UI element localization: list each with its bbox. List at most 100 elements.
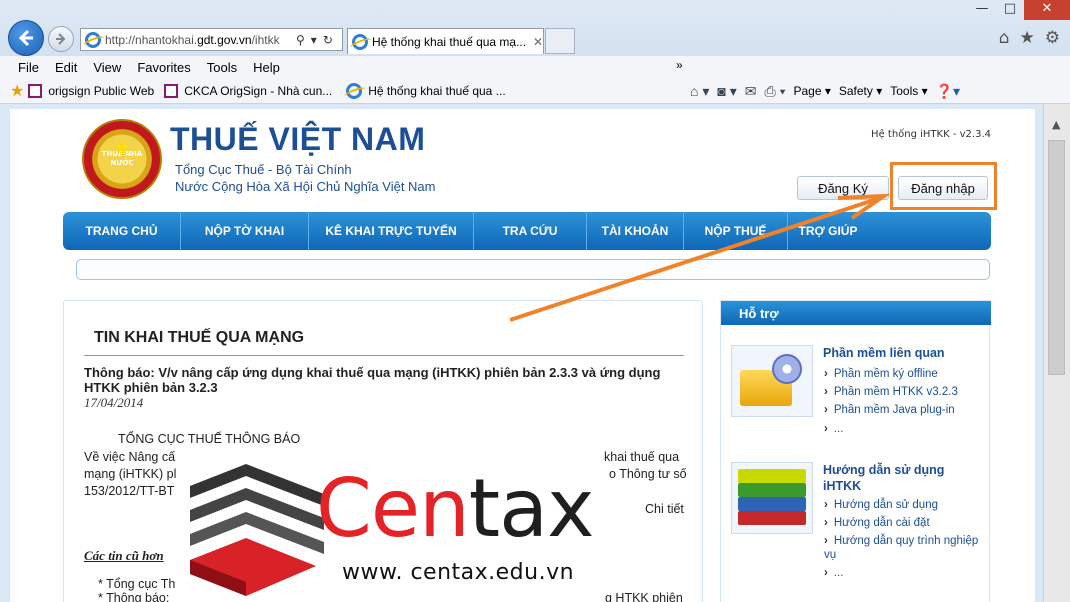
link-htkk[interactable]: Phần mềm HTKK v3.2.3 <box>824 385 958 399</box>
print-icon[interactable]: ⎙ ▾ <box>764 83 785 100</box>
help-icon[interactable]: ❓▾ <box>936 83 960 100</box>
version-label: Hệ thống iHTKK - v2.3.4 <box>871 129 991 140</box>
centax-logo: Centax www. centax.edu.vn <box>176 454 600 602</box>
nav-tra-cuu[interactable]: TRA CỨU <box>474 212 587 250</box>
back-button[interactable] <box>8 20 44 56</box>
menu-edit[interactable]: Edit <box>55 60 77 75</box>
tab-title: Hệ thống khai thuế qua mạ... <box>372 34 527 49</box>
address-bar[interactable]: http://nhantokhai.gdt.gov.vn/ihtkk ⚲ ▾ ↻ <box>80 28 343 51</box>
rss-icon[interactable]: ◙ ▾ <box>717 83 736 100</box>
support-title: Hỗ trợ <box>721 301 991 325</box>
bookmark-icon <box>164 83 179 98</box>
menu-help[interactable]: Help <box>253 60 280 75</box>
menu-file[interactable]: File <box>18 60 39 75</box>
news-title: TIN KHAI THUẾ QUA MẠNG <box>94 329 305 346</box>
close-tab-icon[interactable]: ✕ <box>533 35 543 49</box>
minimize-button[interactable]: — <box>968 0 996 20</box>
favorite-ckca[interactable]: CKCA OrigSign - Nhà cun... <box>164 83 332 98</box>
scroll-up-icon[interactable]: ▲ <box>1052 118 1060 131</box>
brand-title: THUẾ VIỆT NAM <box>170 121 426 158</box>
forward-button[interactable] <box>48 26 74 52</box>
bookmark-icon <box>28 83 43 98</box>
close-window-button[interactable]: ✕ <box>1024 0 1070 20</box>
new-tab-button[interactable] <box>545 28 575 54</box>
chevron-down-icon[interactable]: ▾ <box>311 33 317 47</box>
old-news-item[interactable]: * Thông báo: <box>98 591 169 602</box>
brand-line-1: Tổng Cục Thuế - Bộ Tài Chính <box>175 162 352 177</box>
refresh-icon[interactable]: ↻ <box>323 33 333 47</box>
more-chevron-icon[interactable]: » <box>676 58 683 72</box>
menu-view[interactable]: View <box>93 60 121 75</box>
page-viewport: ★ THUẾ NHÀ NƯỚC THUẾ VIỆT NAM Tổng Cục T… <box>0 104 1043 602</box>
link-more-software[interactable]: ... <box>824 422 844 436</box>
notice-line-3-left: 153/2012/TT-BT <box>84 484 175 498</box>
notice-heading: TỔNG CỤC THUẾ THÔNG BÁO <box>118 432 301 446</box>
link-huong-dan-su-dung[interactable]: Hướng dẫn sử dụng <box>824 498 938 512</box>
notice-line-1-left: Về việc Nâng cấ <box>84 450 176 464</box>
favorite-origsign[interactable]: origsign Public Web <box>28 83 154 98</box>
nav-ke-khai-truc-tuyen[interactable]: KÊ KHAI TRỰC TUYẾN <box>309 212 474 250</box>
notice-line-1-right: khai thuế qua <box>604 450 680 464</box>
books-icon <box>731 462 813 534</box>
browser-right-icons: ⌂ ★ ⚙ <box>999 28 1060 48</box>
software-section-title[interactable]: Phần mềm liên quan <box>823 345 945 361</box>
home-icon[interactable]: ⌂ ▾ <box>690 83 709 100</box>
link-huong-dan-cai-dat[interactable]: Hướng dẫn cài đặt <box>824 516 930 530</box>
detail-link[interactable]: Chi tiết <box>645 502 684 516</box>
notice-date: 17/04/2014 <box>84 395 144 410</box>
old-news-item-right[interactable]: g HTKK phiên <box>605 591 683 602</box>
link-java-plugin[interactable]: Phần mềm Java plug-in <box>824 403 955 417</box>
centax-wordmark: Centax <box>316 462 595 555</box>
gear-icon[interactable]: ⚙ <box>1045 28 1060 48</box>
link-more-guides[interactable]: ... <box>824 566 844 580</box>
favorites-bar: ★ origsign Public Web CKCA OrigSign - Nh… <box>0 58 1070 104</box>
guide-section-title[interactable]: Hướng dẫn sử dụng iHTKK <box>823 462 973 494</box>
nav-tro-giup[interactable]: TRỢ GIÚP <box>788 212 868 250</box>
notice-line-2-left: mạng (iHTKK) pl <box>84 467 177 481</box>
browser-tab[interactable]: Hệ thống khai thuế qua mạ... ✕ <box>347 28 544 54</box>
tools-menu[interactable]: Tools ▾ <box>890 84 927 98</box>
favorites-star-icon[interactable]: ★ <box>10 81 24 101</box>
command-bar: » ⌂ ▾ ◙ ▾ ✉ ⎙ ▾ Page ▾ Safety ▾ Tools ▾ … <box>676 58 960 104</box>
home-icon[interactable]: ⌂ <box>999 28 1010 48</box>
mail-icon[interactable]: ✉ <box>745 83 757 100</box>
arrow-left-icon <box>18 29 33 47</box>
register-button[interactable]: Đăng Ký <box>797 176 889 200</box>
brand-line-2: Nước Cộng Hòa Xã Hội Chủ Nghĩa Việt Nam <box>175 179 436 194</box>
login-highlight-box <box>890 162 997 210</box>
divider <box>84 355 684 356</box>
menu-tools[interactable]: Tools <box>207 60 237 75</box>
ie-logo-icon <box>352 33 368 50</box>
old-news-title: Các tin cũ hơn <box>84 548 164 563</box>
maximize-button[interactable]: □ <box>996 0 1024 20</box>
ie-logo-icon <box>85 31 101 48</box>
nav-trang-chu[interactable]: TRANG CHỦ <box>63 212 181 250</box>
info-bar <box>76 259 990 280</box>
notice-line-2-right: o Thông tư số <box>609 467 687 481</box>
ie-logo-icon <box>346 82 363 99</box>
safety-menu[interactable]: Safety ▾ <box>839 84 882 98</box>
tax-emblem-logo: ★ THUẾ NHÀ NƯỚC <box>82 119 162 199</box>
browser-chrome: http://nhantokhai.gdt.gov.vn/ihtkk ⚲ ▾ ↻… <box>0 0 1070 56</box>
star-icon: ★ <box>113 135 131 159</box>
page-menu[interactable]: Page ▾ <box>793 84 830 98</box>
support-panel: Hỗ trợ Phần mềm liên quan Phần mềm ký of… <box>720 300 991 602</box>
nav-tai-khoan[interactable]: TÀI KHOẢN <box>587 212 684 250</box>
link-ky-offline[interactable]: Phần mềm ký offline <box>824 367 938 381</box>
old-news-item[interactable]: * Tổng cục Th <box>98 577 175 591</box>
favorites-star-icon[interactable]: ★ <box>1020 28 1035 48</box>
vertical-scrollbar[interactable]: ▲ <box>1043 104 1070 602</box>
main-navbar: TRANG CHỦ NỘP TỜ KHAI KÊ KHAI TRỰC TUYẾN… <box>63 212 991 250</box>
notice-title-link[interactable]: Thông báo: V/v nâng cấp ứng dụng khai th… <box>84 365 674 395</box>
folder-cd-icon <box>731 345 813 417</box>
address-url[interactable]: http://nhantokhai.gdt.gov.vn/ihtkk <box>105 33 290 47</box>
nav-nop-to-khai[interactable]: NỘP TỜ KHAI <box>181 212 309 250</box>
menu-bar: File Edit View Favorites Tools Help <box>0 56 1070 78</box>
nav-nop-thue[interactable]: NỘP THUẾ <box>684 212 788 250</box>
search-icon[interactable]: ⚲ <box>296 33 305 47</box>
link-quy-trinh[interactable]: Hướng dẫn quy trình nghiệp vụ <box>824 534 984 562</box>
scrollbar-thumb[interactable] <box>1048 140 1065 375</box>
menu-favorites[interactable]: Favorites <box>137 60 190 75</box>
arrow-right-icon <box>56 33 66 45</box>
favorite-hethong[interactable]: Hệ thống khai thuế qua ... <box>342 82 506 99</box>
